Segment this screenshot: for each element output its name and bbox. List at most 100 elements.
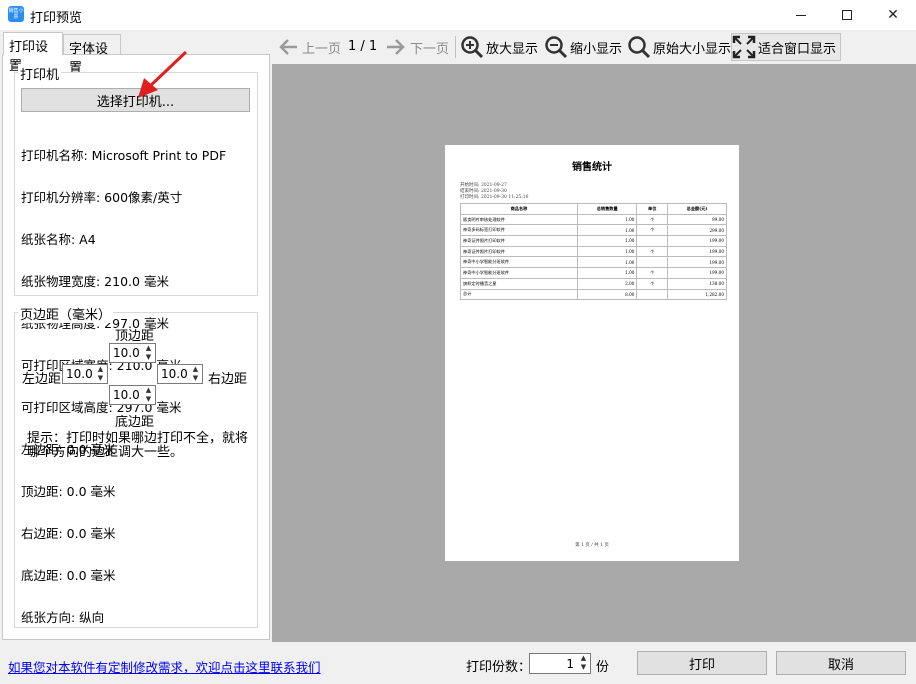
cancel-button[interactable]: 取消: [776, 651, 906, 675]
close-button[interactable]: ✕: [870, 0, 916, 30]
close-icon: ✕: [887, 7, 899, 23]
maximize-icon: [842, 10, 852, 20]
table-row: 贩卖明片审核处理软件 1.00 个 99.00: [460, 213, 727, 226]
table-cell: 1.00: [576, 267, 638, 279]
bottom-margin-label: 底边距: [115, 415, 155, 430]
top-margin-spinbox[interactable]: 10.0 ▲ ▼: [109, 343, 156, 363]
table-row: 神奇证件照片打印软件 1.00 个 199.00: [460, 245, 727, 258]
spin-arrows-icon[interactable]: ▲ ▼: [578, 654, 589, 672]
printer-info-line: 纸张名称: A4: [21, 232, 96, 247]
column-header: 单位: [636, 203, 669, 215]
printer-group-label: 打印机: [18, 64, 62, 83]
zoom-in-button[interactable]: 放大显示: [460, 34, 538, 60]
table-row: 神奇中小学智能分班软件 1.00 199.00: [460, 256, 727, 269]
table-cell: 1.00: [576, 224, 638, 237]
original-size-label: 原始大小显示: [653, 41, 732, 57]
table-cell: 贩卖明片审核处理软件: [460, 213, 578, 226]
doc-meta-line: 打印时间: 2021-09-30 11:25:16: [460, 195, 529, 200]
table-cell: [636, 235, 669, 247]
table-cell: 个: [636, 224, 669, 237]
left-margin-value: 10.0: [66, 367, 93, 381]
next-page-button[interactable]: 下一页: [384, 34, 449, 60]
table-cell: 神奇中小学智能分班软件: [460, 256, 578, 269]
margin-hint: 提示：打印时如果哪边打印不全，就将哪个方向的边距调大一些。: [27, 431, 249, 460]
fit-window-button[interactable]: 适合窗口显示: [731, 33, 842, 61]
table-cell: 个: [636, 245, 669, 258]
zoom-in-icon: [460, 35, 484, 59]
page-indicator: 1 / 1: [348, 39, 378, 54]
table-cell: 199.00: [667, 267, 727, 279]
doc-title: 销售统计: [572, 162, 612, 173]
zoom-in-label: 放大显示: [486, 41, 539, 57]
tab-font-settings[interactable]: 字体设置: [63, 34, 121, 76]
tab-print-settings[interactable]: 打印设置: [3, 32, 63, 74]
print-button[interactable]: 打印: [637, 651, 767, 675]
table-cell: 199.00: [667, 256, 727, 269]
spin-arrows-icon[interactable]: ▲ ▼: [190, 365, 201, 383]
table-row: 神奇多码标签打印软件 1.00 个 299.00: [460, 224, 727, 237]
contact-link[interactable]: 如果您对本软件有定制修改需求，欢迎点击这里联系我们: [8, 657, 321, 676]
table-cell: 199.00: [667, 235, 727, 247]
table-total-row: 总计 8.00 1,282.00: [460, 288, 727, 301]
arrow-right-icon: [384, 35, 408, 59]
table-cell: 神奇多码标签打印软件: [460, 224, 578, 237]
minimize-button[interactable]: [778, 0, 824, 30]
spin-arrows-icon[interactable]: ▲ ▼: [143, 344, 154, 362]
annotation-arrow-icon: [138, 50, 188, 98]
table-cell: 神奇中小学智能分班软件: [460, 267, 578, 279]
table-row: 神奇证件照片打印软件 1.00 199.00: [460, 235, 727, 247]
right-margin-value: 10.0: [161, 367, 188, 381]
table-cell: 2.00: [576, 277, 638, 290]
magnifier-icon: [627, 35, 651, 59]
zoom-out-label: 缩小显示: [570, 41, 623, 57]
printer-info-line: 打印机分辨率: 600像素/英寸: [21, 190, 183, 205]
table-cell: 1.00: [576, 235, 638, 247]
table-row: 旗帜定时播音之星 2.00 个 138.00: [460, 277, 727, 290]
left-margin-spinbox[interactable]: 10.0 ▲ ▼: [62, 364, 108, 384]
top-margin-value: 10.0: [113, 346, 140, 360]
toolbar-separator: [455, 36, 456, 58]
window-title: 打印预览: [30, 11, 83, 26]
table-cell: 138.00: [667, 277, 727, 290]
column-header: 总金额(元): [667, 203, 727, 215]
preview-page: 销售统计 开始时间: 2021-09-27 结束时间: 2021-09-30 打…: [445, 145, 739, 561]
margin-group-label: 页边距（毫米）: [18, 304, 114, 323]
table-cell: 个: [636, 213, 669, 226]
table-cell: 个: [636, 267, 669, 279]
printer-info-line: 打印机名称: Microsoft Print to PDF: [21, 148, 227, 163]
bottom-margin-spinbox[interactable]: 10.0 ▲ ▼: [109, 385, 156, 405]
table-cell: 1,282.00: [667, 288, 727, 301]
table-cell: [636, 256, 669, 269]
column-header: 商品名称: [460, 203, 578, 215]
copies-spinbox[interactable]: 1 ▲ ▼: [529, 653, 591, 674]
table-cell: 199.00: [667, 245, 727, 258]
doc-meta: 开始时间: 2021-09-27 结束时间: 2021-09-30 打印时间: …: [460, 183, 529, 201]
bottom-margin-value: 10.0: [113, 388, 140, 402]
next-page-label: 下一页: [410, 41, 450, 57]
prev-page-label: 上一页: [302, 41, 342, 57]
table-cell: 1.00: [576, 213, 638, 226]
right-margin-spinbox[interactable]: 10.0 ▲ ▼: [157, 364, 203, 384]
zoom-out-button[interactable]: 缩小显示: [544, 34, 622, 60]
table-cell: 总计: [460, 288, 578, 301]
maximize-button[interactable]: [824, 0, 870, 30]
table-cell: 1.00: [576, 256, 638, 269]
table-cell: 299.00: [667, 224, 727, 237]
arrow-left-icon: [276, 35, 300, 59]
printer-info-line: 纸张物理宽度: 210.0 毫米: [21, 274, 169, 289]
spin-arrows-icon[interactable]: ▲ ▼: [95, 365, 106, 383]
top-margin-label: 顶边距: [115, 329, 155, 344]
table-cell: 神奇证件照片打印软件: [460, 245, 578, 258]
table-cell: 8.00: [576, 288, 638, 301]
app-icon: 销售小票: [8, 6, 24, 22]
table-cell: 神奇证件照片打印软件: [460, 235, 578, 247]
copies-label: 打印份数：: [466, 660, 532, 675]
original-size-button[interactable]: 原始大小显示: [627, 34, 731, 60]
doc-table: 商品名称 总销售数量 单位 总金额(元) 贩卖明片审核处理软件 1.00 个 99.0…: [460, 203, 727, 301]
zoom-out-icon: [544, 35, 568, 59]
table-cell: [636, 288, 669, 301]
minimize-icon: [796, 14, 806, 16]
prev-page-button[interactable]: 上一页: [276, 34, 341, 60]
spin-arrows-icon[interactable]: ▲ ▼: [143, 386, 154, 404]
table-cell: 个: [636, 277, 669, 290]
